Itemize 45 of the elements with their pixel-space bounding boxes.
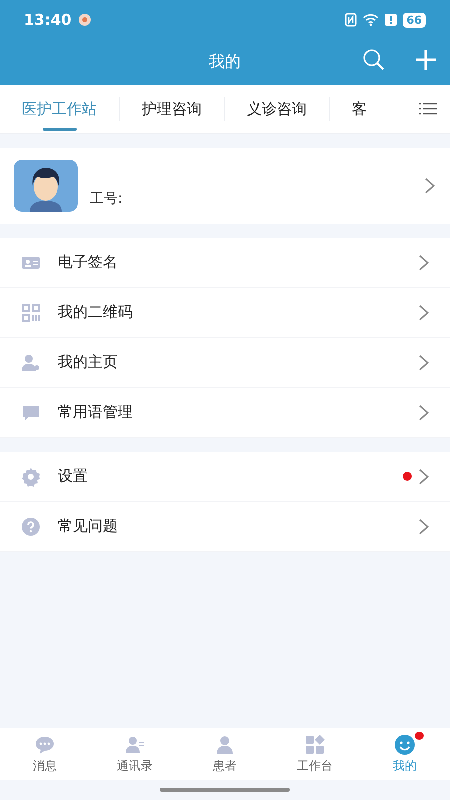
menu-item[interactable]: 我的主页 — [0, 338, 450, 388]
tab[interactable]: 客 — [330, 85, 389, 133]
menu-item[interactable]: 我的二维码 — [0, 288, 450, 338]
chevron-right-icon — [418, 468, 430, 486]
menu-icon[interactable] — [419, 102, 437, 116]
tab[interactable]: 护理咨询 — [120, 85, 224, 133]
nfc-icon — [344, 13, 357, 27]
menu-item[interactable]: 设置 — [0, 452, 450, 502]
status-time: 13:40 — [24, 11, 72, 29]
page-title: 我的 — [209, 52, 241, 73]
menu-item[interactable]: 电子签名 — [0, 238, 450, 288]
battery-level: 66 — [402, 12, 426, 28]
avatar — [14, 160, 78, 212]
chevron-right-icon — [418, 404, 430, 422]
nav-tab[interactable]: 患者 — [180, 728, 270, 780]
menu-item-label: 我的二维码 — [58, 303, 133, 322]
smiley-icon — [394, 734, 416, 756]
chevron-right-icon — [418, 354, 430, 372]
nav-tab[interactable]: 工作台 — [270, 728, 360, 780]
tab[interactable]: 义诊咨询 — [225, 85, 329, 133]
chevron-right-icon — [418, 304, 430, 322]
settings-icon — [20, 466, 42, 488]
menu-item-label: 设置 — [58, 467, 88, 486]
menu-item[interactable]: 常见问题 — [0, 502, 450, 552]
chevron-right-icon — [418, 254, 430, 272]
nav-tab[interactable]: 消息 — [0, 728, 90, 780]
qr-code-icon — [20, 302, 42, 324]
person-icon — [214, 734, 236, 756]
chevron-right-icon — [418, 518, 430, 536]
add-icon[interactable] — [414, 48, 438, 72]
menu-item-label: 电子签名 — [58, 253, 118, 272]
help-icon — [20, 516, 42, 538]
menu-item-label: 我的主页 — [58, 353, 118, 372]
nav-tab[interactable]: 通讯录 — [90, 728, 180, 780]
menu-item-label: 常用语管理 — [58, 403, 133, 422]
alert-icon — [384, 13, 397, 27]
grid-icon — [304, 734, 326, 756]
notification-icon — [78, 13, 92, 27]
search-icon[interactable] — [362, 48, 386, 72]
wifi-icon — [362, 13, 379, 27]
menu-item-label: 常见问题 — [58, 517, 118, 536]
employee-id-label: 工号: — [90, 190, 123, 208]
menu-item[interactable]: 常用语管理 — [0, 388, 450, 438]
tab[interactable]: 医护工作站 — [0, 85, 119, 133]
chevron-right-icon — [424, 177, 436, 195]
